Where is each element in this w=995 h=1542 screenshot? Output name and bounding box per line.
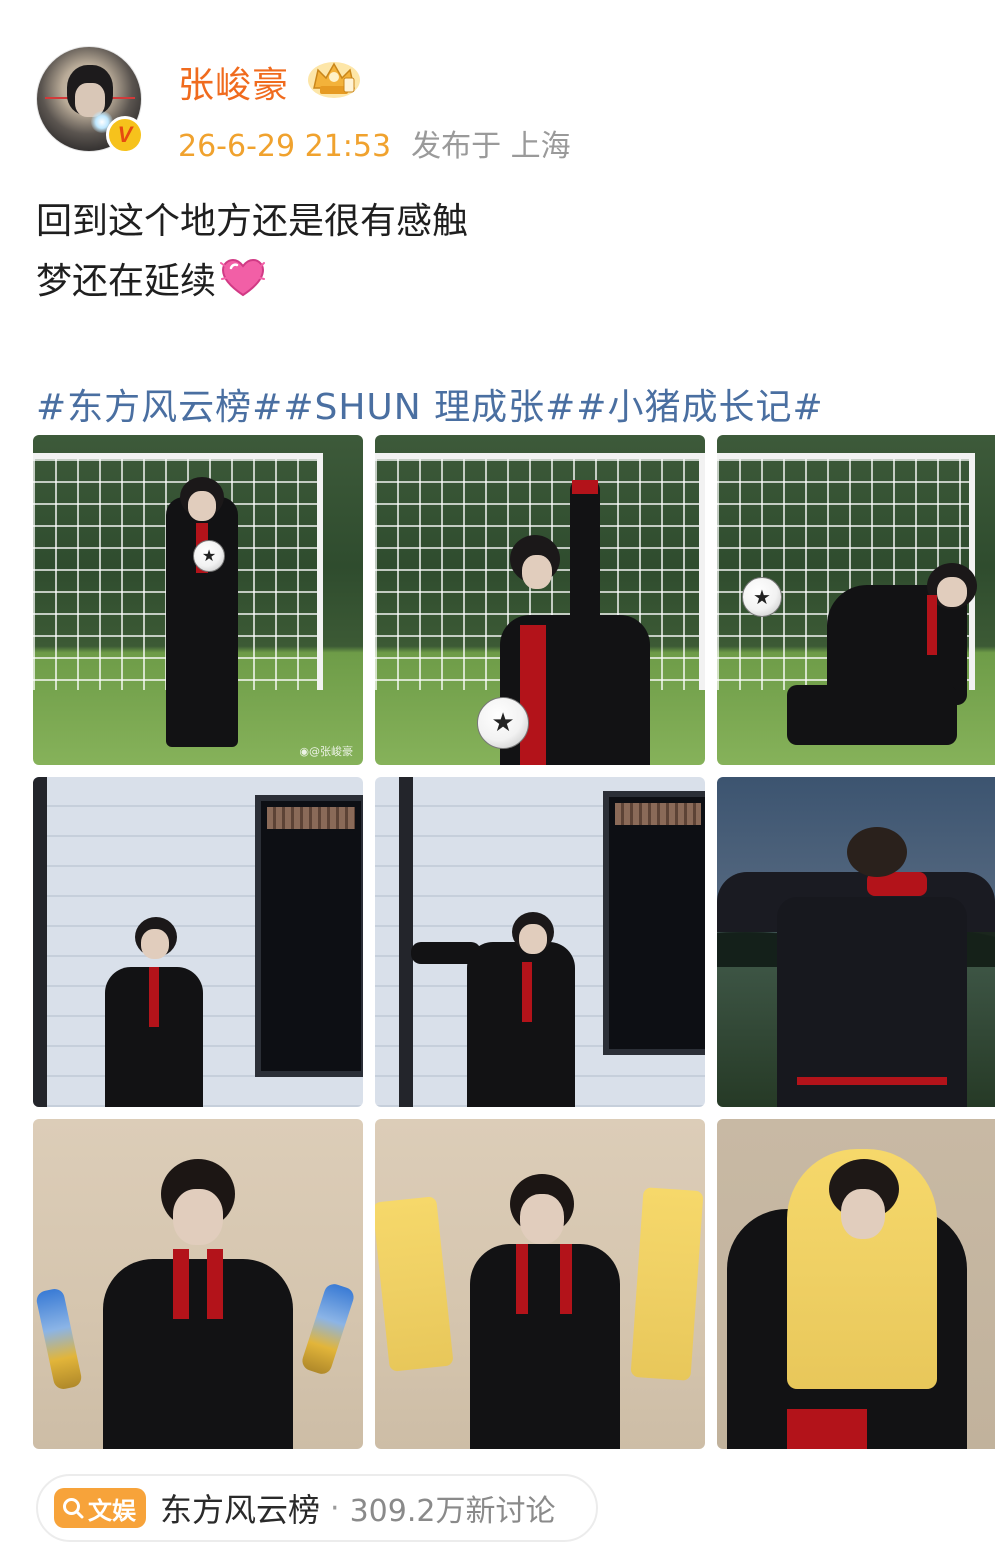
post-timestamp: 26-6-29 21:53 — [178, 129, 392, 164]
photo-3[interactable] — [717, 435, 995, 765]
photo-1[interactable]: ◉@张峻豪 — [33, 435, 363, 765]
photo-9[interactable] — [717, 1119, 995, 1449]
heart-icon — [220, 258, 266, 297]
hashtag-links[interactable]: #东方风云榜##SHUN 理成张##小猪成长记# — [36, 378, 824, 430]
photo-8[interactable] — [375, 1119, 705, 1449]
photo-5[interactable] — [375, 777, 705, 1107]
post-text-line-2: 梦还在延续 — [36, 252, 266, 304]
username[interactable]: 张峻豪 — [178, 56, 289, 108]
photo-7[interactable] — [33, 1119, 363, 1449]
avatar[interactable]: V — [36, 46, 144, 154]
topic-discussion-count: 309.2万新讨论 — [349, 1494, 556, 1529]
photo-watermark: ◉@张峻豪 — [299, 745, 353, 758]
crown-icon[interactable] — [306, 58, 362, 100]
topic-pill[interactable]: 文娱 东方风云榜 · 309.2万新讨论 — [36, 1474, 598, 1542]
post-location: 发布于 上海 — [411, 129, 571, 164]
post-text-line-2-text: 梦还在延续 — [36, 261, 217, 302]
topic-name[interactable]: 东方风云榜 — [160, 1485, 320, 1531]
photo-2[interactable] — [375, 435, 705, 765]
topic-tag-label: 文娱 — [88, 1496, 136, 1525]
photo-6[interactable] — [717, 777, 995, 1107]
photo-4[interactable] — [33, 777, 363, 1107]
topic-tag: 文娱 — [54, 1488, 146, 1528]
post-meta: 26-6-29 21:53 发布于 上海 — [178, 121, 571, 165]
verified-v-icon: V — [106, 116, 144, 154]
topic-separator: · — [330, 1490, 340, 1526]
post-text-line-1: 回到这个地方还是很有感触 — [36, 201, 469, 242]
search-icon — [63, 1498, 84, 1519]
